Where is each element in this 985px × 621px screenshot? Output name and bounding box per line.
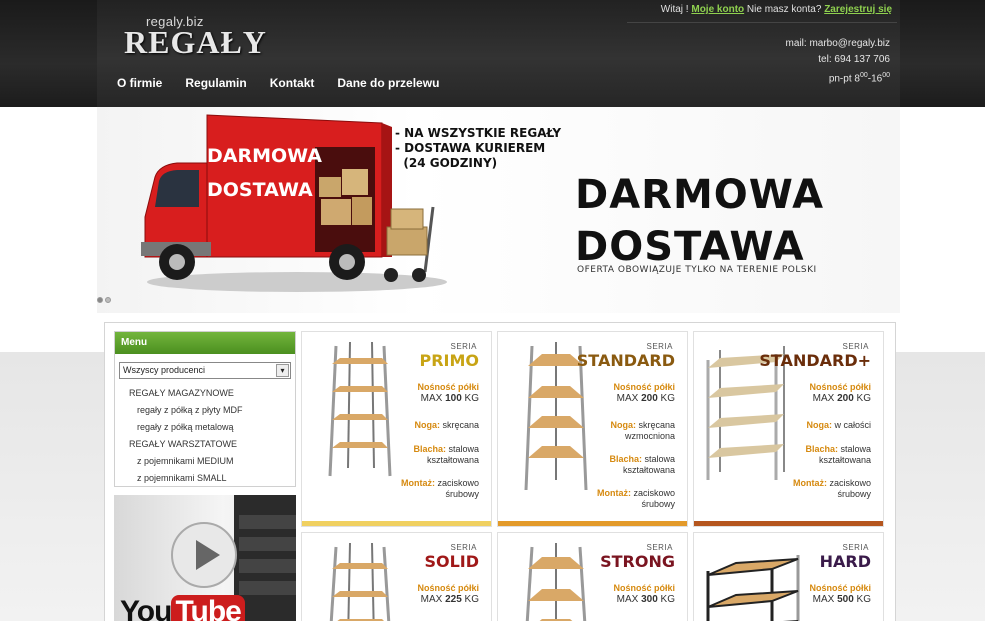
- seria-label: SERIA: [646, 342, 673, 351]
- main-nav: O firmie Regulamin Kontakt Dane do przel…: [117, 76, 462, 90]
- promo-banner[interactable]: DARMOWA DOSTAWA - NA WSZYSTKIE REGAŁY - …: [97, 107, 900, 313]
- series-name: STANDARD+: [759, 351, 871, 370]
- product-card-strong[interactable]: SERIA STRONG Nośność półki MAX 300 KG: [497, 532, 688, 621]
- youtube-video-box[interactable]: You Tube: [114, 495, 296, 621]
- menu-title: Menu: [115, 332, 295, 354]
- site-header: regaly.biz REGAŁY Witaj ! Moje konto Nie…: [97, 0, 900, 107]
- truck-lettering: DARMOWA DOSTAWA: [207, 145, 322, 201]
- sidebar-item-small[interactable]: z pojemnikami SMALL: [115, 470, 295, 487]
- series-name: STRONG: [600, 552, 675, 571]
- sidebar-item-regaly-magazynowe[interactable]: REGAŁY MAGAZYNOWE: [115, 385, 295, 402]
- mount-spec: Montaż: zaciskowo śrubowy: [596, 488, 675, 509]
- shelf-image: [525, 543, 587, 621]
- slider-dot[interactable]: [97, 297, 103, 303]
- site-logo[interactable]: regaly.biz REGAŁY: [124, 14, 266, 60]
- contact-hours: pn-pt 800-1600: [828, 72, 890, 85]
- main-content: Menu Wszyscy producenci ▾ REGAŁY MAGAZYN…: [104, 322, 896, 621]
- seria-label: SERIA: [450, 543, 477, 552]
- slider-dots: [97, 297, 111, 303]
- contact-tel: tel: 694 137 706: [818, 54, 890, 65]
- sidebar-menu: Menu Wszyscy producenci ▾ REGAŁY MAGAZYN…: [114, 331, 296, 487]
- seria-label: SERIA: [450, 342, 477, 351]
- product-card-standard[interactable]: SERIA STANDARD Nośność półki MAX 200 KG …: [497, 331, 688, 527]
- sidebar-item-mdf[interactable]: regały z półką z płyty MDF: [115, 402, 295, 419]
- mount-spec: Montaż: zaciskowo śrubowy: [400, 478, 479, 499]
- seria-label: SERIA: [842, 543, 869, 552]
- series-name: SOLID: [424, 552, 479, 571]
- shelf-image: [706, 555, 800, 621]
- contact-mail: mail: marbo@regaly.biz: [785, 38, 890, 49]
- product-card-standard-plus[interactable]: SERIA STANDARD+ Nośność półki MAX 200 KG…: [693, 331, 884, 527]
- capacity-spec: Nośność półki MAX 200 KG: [809, 382, 871, 404]
- leg-spec: Noga: w całości: [806, 420, 871, 430]
- my-account-link[interactable]: Moje konto: [691, 4, 744, 15]
- mount-spec: Montaż: zaciskowo śrubowy: [792, 478, 871, 499]
- register-link[interactable]: Zarejestruj się: [824, 4, 892, 15]
- nav-item-dane-do-przelewu[interactable]: Dane do przelewu: [337, 76, 439, 90]
- no-account-text: Nie masz konta?: [746, 4, 822, 15]
- logo-title: REGAŁY: [124, 24, 267, 60]
- banner-bullet-list: - NA WSZYSTKIE REGAŁY - DOSTAWA KURIEREM…: [395, 126, 561, 171]
- nav-item-o-firmie[interactable]: O firmie: [117, 76, 162, 90]
- leg-spec: Noga: skręcana wzmocniona: [610, 420, 675, 441]
- sidebar-item-regaly-warsztatowe[interactable]: REGAŁY WARSZTATOWE: [115, 436, 295, 453]
- card-accent-bar: [302, 521, 491, 526]
- capacity-spec: Nośność półki MAX 200 KG: [613, 382, 675, 404]
- slider-dot[interactable]: [105, 297, 111, 303]
- sheet-spec: Blacha: stalowa kształtowana: [805, 444, 871, 465]
- banner-bullet: (24 GODZINY): [395, 156, 498, 170]
- product-card-primo[interactable]: SERIA PRIMO Nośność półki MAX 100 KG Nog…: [301, 331, 492, 527]
- capacity-spec: Nośność półki MAX 225 KG: [417, 583, 479, 605]
- banner-note: OFERTA OBOWIĄZUJE TYLKO NA TERENIE POLSK…: [577, 265, 817, 275]
- card-accent-bar: [694, 521, 883, 526]
- product-card-solid[interactable]: SERIA SOLID Nośność półki MAX 225 KG: [301, 532, 492, 621]
- login-bar: Witaj ! Moje konto Nie masz konta? Zarej…: [661, 4, 892, 15]
- leg-spec: Noga: skręcana: [414, 420, 479, 430]
- youtube-logo: You Tube: [120, 595, 245, 621]
- banner-headline: DARMOWA DOSTAWA: [575, 172, 825, 270]
- banner-bullet: - NA WSZYSTKIE REGAŁY: [395, 126, 562, 140]
- producer-select-value: Wszyscy producenci: [123, 365, 206, 375]
- login-divider: [627, 22, 897, 23]
- seria-label: SERIA: [646, 543, 673, 552]
- series-name: PRIMO: [419, 351, 479, 370]
- capacity-spec: Nośność półki MAX 300 KG: [613, 583, 675, 605]
- capacity-spec: Nośność półki MAX 100 KG: [417, 382, 479, 404]
- shelf-image: [328, 341, 392, 477]
- sidebar-item-metal[interactable]: regały z półką metalową: [115, 419, 295, 436]
- shelf-image: [329, 542, 391, 621]
- sheet-spec: Blacha: stalowa kształtowana: [609, 454, 675, 475]
- seria-label: SERIA: [842, 342, 869, 351]
- chevron-down-icon[interactable]: ▾: [276, 364, 289, 377]
- capacity-spec: Nośność półki MAX 500 KG: [809, 583, 871, 605]
- series-name: HARD: [819, 552, 871, 571]
- contact-info: mail: marbo@regaly.biz tel: 694 137 706 …: [786, 36, 890, 87]
- sidebar-item-medium[interactable]: z pojemnikami MEDIUM: [115, 453, 295, 470]
- sheet-spec: Blacha: stalowa kształtowana: [413, 444, 479, 465]
- play-icon[interactable]: [169, 520, 239, 590]
- producer-select[interactable]: Wszyscy producenci ▾: [119, 362, 291, 379]
- nav-item-kontakt[interactable]: Kontakt: [270, 76, 315, 90]
- greeting-text: Witaj !: [660, 4, 689, 15]
- series-name: STANDARD: [576, 351, 675, 370]
- banner-bullet: - DOSTAWA KURIEREM: [395, 141, 546, 155]
- card-accent-bar: [498, 521, 687, 526]
- product-card-hard[interactable]: SERIA HARD Nośność półki MAX 500 KG: [693, 532, 884, 621]
- nav-item-regulamin[interactable]: Regulamin: [185, 76, 246, 90]
